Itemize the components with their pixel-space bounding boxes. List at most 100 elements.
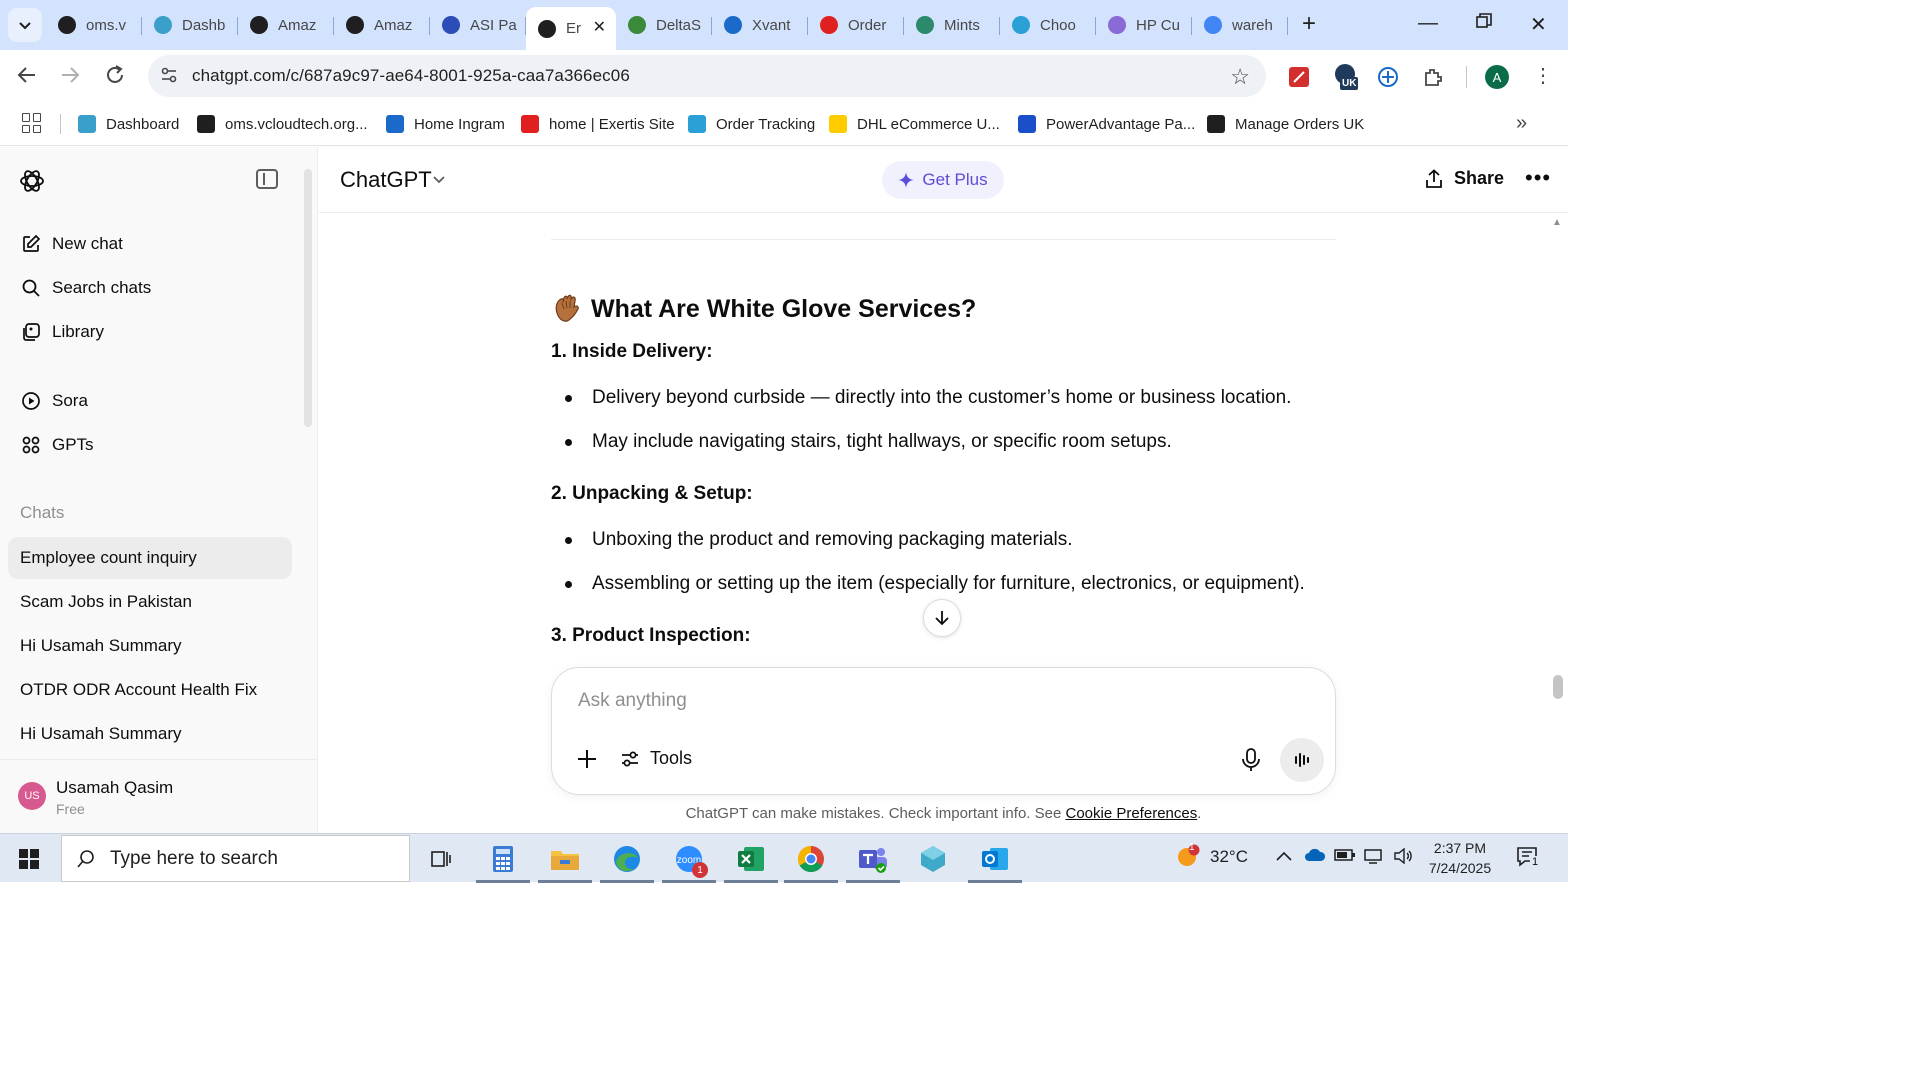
voice-mode-button[interactable] (1280, 738, 1324, 782)
outlook-app-icon[interactable] (968, 842, 1022, 883)
sidebar-item-gpts[interactable]: GPTs (8, 425, 292, 465)
chevron-down-icon[interactable] (432, 173, 446, 187)
user-account[interactable]: US Usamah Qasim Free (0, 759, 318, 833)
task-view-icon[interactable] (424, 842, 458, 876)
sidebar-toggle-icon[interactable] (256, 169, 278, 189)
bookmark-item[interactable]: Manage Orders UK (1207, 114, 1364, 134)
microphone-icon[interactable] (1240, 748, 1262, 772)
bookmark-item[interactable]: home | Exertis Site (521, 114, 675, 134)
zoom-app-icon[interactable]: zoom 1 (662, 842, 716, 883)
tab-label: Choo (1040, 16, 1076, 34)
restore-icon (1476, 13, 1492, 28)
bookmark-item[interactable]: Order Tracking (688, 114, 815, 134)
bookmark-label: Order Tracking (716, 115, 816, 133)
chrome-app-icon[interactable] (784, 842, 838, 883)
file-explorer-app-icon[interactable] (538, 842, 592, 883)
windows-start-icon[interactable] (19, 849, 39, 869)
browser-tab[interactable]: wareh (1192, 7, 1288, 43)
scroll-up-arrow-icon[interactable]: ▲ (1552, 217, 1562, 228)
browser-tab[interactable]: HP Cu (1096, 7, 1192, 43)
main-scrollbar[interactable] (1553, 675, 1563, 699)
new-tab-button[interactable]: + (1302, 12, 1316, 36)
bookmark-item[interactable]: oms.vcloudtech.org... (197, 114, 368, 134)
more-options-icon[interactable]: ••• (1525, 165, 1551, 191)
chrome-menu-icon[interactable]: ⋮ (1533, 63, 1553, 88)
browser-tab[interactable]: Amaz (334, 7, 430, 43)
browser-tab[interactable]: Xvant (712, 7, 808, 43)
clock[interactable]: 2:37 PM 7/24/2025 (1420, 838, 1500, 878)
browser-tab[interactable]: Dashb (142, 7, 238, 43)
get-plus-button[interactable]: Get Plus (882, 161, 1004, 199)
browser-tab[interactable]: Order (808, 7, 904, 43)
notifications-icon[interactable]: 1 (1516, 846, 1541, 873)
apps-grid-icon[interactable] (22, 113, 42, 133)
pdf-extension-icon[interactable] (1288, 66, 1310, 88)
browser-tab[interactable]: Amaz (238, 7, 334, 43)
browser-tab[interactable]: oms.v (46, 7, 142, 43)
show-hidden-icons-icon[interactable] (1276, 848, 1292, 866)
chat-history-item[interactable]: Hi Usamah Summary (8, 625, 292, 667)
model-selector[interactable]: ChatGPT (340, 167, 432, 193)
sidebar-item-sora[interactable]: Sora (8, 381, 292, 421)
more-bookmarks-icon[interactable]: » (1516, 112, 1527, 135)
share-button[interactable]: Share (1424, 168, 1504, 189)
profile-avatar[interactable]: A (1485, 65, 1509, 89)
choo-icon (1012, 16, 1030, 34)
onedrive-icon[interactable] (1304, 848, 1326, 867)
taskbar-search-box[interactable]: Type here to search (61, 835, 410, 882)
browser-tab[interactable]: Mints (904, 7, 1000, 43)
extensions-icon[interactable] (1422, 66, 1444, 88)
browser-tab[interactable]: Er ✕ (526, 7, 616, 50)
chat-history-item[interactable]: OTDR ODR Account Health Fix (8, 669, 292, 711)
back-button[interactable] (16, 64, 38, 90)
tab-list: oms.v Dashb Amaz Amaz ASI Pa Er ✕ DeltaS Xvant Or… (46, 7, 1288, 50)
sidebar-scrollbar[interactable] (304, 169, 312, 427)
add-attachment-icon[interactable] (574, 746, 600, 772)
bookmark-item[interactable]: DHL eCommerce U... (829, 114, 1000, 134)
tab-search-button[interactable] (8, 8, 42, 42)
chat-history-item[interactable]: Employee count inquiry (8, 537, 292, 579)
dashboard-icon (154, 16, 172, 34)
url-text[interactable]: chatgpt.com/c/687a9c97-ae64-8001-925a-ca… (192, 66, 630, 86)
forward-button[interactable] (59, 64, 81, 90)
uk-extension-icon[interactable]: UK (1334, 63, 1362, 91)
restore-button[interactable] (1476, 12, 1492, 35)
close-window-button[interactable]: ✕ (1530, 12, 1547, 37)
prompt-input[interactable] (578, 690, 1178, 712)
weather-widget[interactable]: 1 32°C (1174, 842, 1248, 870)
play-icon (20, 390, 42, 412)
scroll-to-bottom-button[interactable] (923, 599, 961, 637)
puzzle-extension-icon[interactable] (1377, 66, 1399, 88)
browser-tab[interactable]: Choo (1000, 7, 1096, 43)
list-item: Unboxing the product and removing packag… (551, 529, 1073, 551)
network-icon[interactable] (1363, 848, 1385, 869)
site-info-icon[interactable] (160, 66, 178, 89)
minimize-button[interactable]: — (1418, 12, 1438, 35)
sidebar-item-new-chat[interactable]: New chat (8, 224, 292, 264)
chat-history-item[interactable]: Hi Usamah Summary (8, 713, 292, 755)
tools-button[interactable]: Tools (620, 748, 692, 769)
browser-tab[interactable]: ASI Pa (430, 7, 526, 43)
calculator-app-icon[interactable] (476, 842, 530, 883)
battery-icon[interactable] (1334, 848, 1356, 867)
chat-history-item[interactable]: Scam Jobs in Pakistan (8, 581, 292, 623)
close-tab-icon[interactable]: ✕ (593, 17, 606, 37)
bookmark-item[interactable]: PowerAdvantage Pa... (1018, 114, 1195, 134)
library-icon (20, 321, 42, 343)
excel-app-icon[interactable] (724, 842, 778, 883)
browser-tab[interactable]: DeltaS (616, 7, 712, 43)
sidebar-item-library[interactable]: Library (8, 312, 292, 352)
cookie-preferences-link[interactable]: Cookie Preferences (1065, 805, 1197, 822)
teams-app-icon[interactable] (846, 842, 900, 883)
sidebar-item-search-chats[interactable]: Search chats (8, 268, 292, 308)
volume-icon[interactable] (1393, 847, 1413, 869)
bookmark-star-icon[interactable]: ☆ (1230, 64, 1250, 90)
reload-button[interactable] (104, 64, 126, 90)
bookmark-item[interactable]: Dashboard (78, 114, 179, 134)
edge-app-icon[interactable] (600, 842, 654, 883)
bookmark-item[interactable]: Home Ingram (386, 114, 505, 134)
bookmark-label: home | Exertis Site (549, 115, 675, 133)
openai-logo-icon[interactable] (18, 167, 46, 195)
address-bar[interactable]: chatgpt.com/c/687a9c97-ae64-8001-925a-ca… (148, 55, 1266, 97)
app-cube-icon[interactable] (916, 842, 950, 876)
